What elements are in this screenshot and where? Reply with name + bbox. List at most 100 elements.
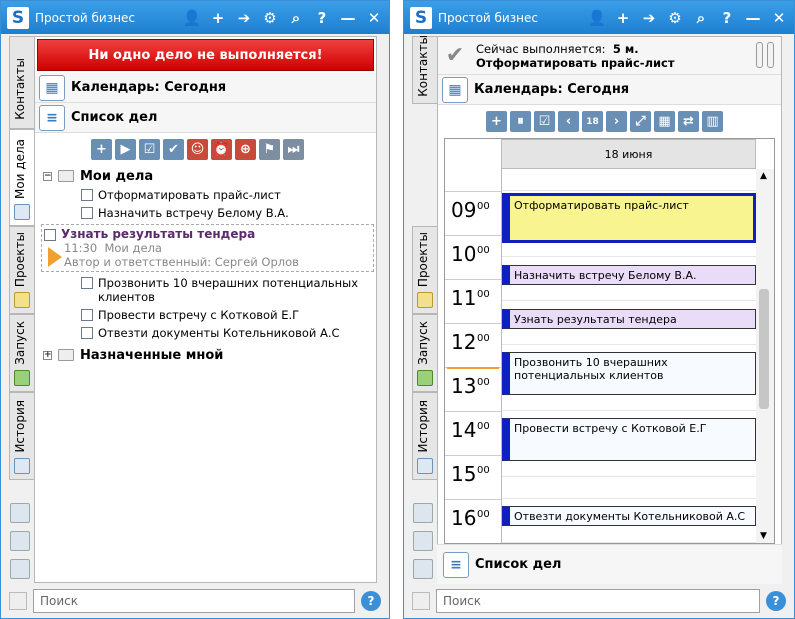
check-icon[interactable]: ✔ <box>442 43 468 69</box>
task-list-section[interactable]: ≡ Список дел <box>35 103 376 133</box>
settings-icon[interactable] <box>412 591 430 610</box>
tab-launch[interactable]: Запуск <box>412 314 437 392</box>
help-icon[interactable]: ? <box>766 590 786 611</box>
task-checkbox[interactable] <box>44 228 56 241</box>
task-time: 11:30 <box>64 241 98 255</box>
task-list-title: Список дел <box>71 110 158 125</box>
list-item[interactable]: Отвезти документы Котельниковой А.С <box>39 324 376 342</box>
flag-icon <box>14 370 30 386</box>
task-checkbox[interactable] <box>81 189 93 201</box>
calendar-section[interactable]: ▦ Календарь: Сегодня <box>438 75 781 105</box>
tab-my-tasks[interactable]: Мои дела <box>9 129 34 226</box>
edit-icon[interactable] <box>10 559 30 579</box>
event[interactable]: Отвезти документы Котельниковой А.С <box>502 506 756 526</box>
day-header[interactable]: 18 июня <box>501 139 756 169</box>
tab-contacts[interactable]: Контакты <box>412 35 437 104</box>
minimize-icon[interactable]: — <box>744 9 762 27</box>
help-icon[interactable]: ? <box>313 9 331 27</box>
close-icon[interactable]: ✕ <box>770 9 788 27</box>
network-icon[interactable] <box>413 503 433 523</box>
pause-task-button[interactable]: ⏸ <box>510 111 531 132</box>
collapse-icon[interactable]: − <box>43 171 52 181</box>
add-event-button[interactable]: + <box>486 111 507 132</box>
edit-icon[interactable] <box>413 559 433 579</box>
today-button[interactable]: 18 <box>582 111 603 132</box>
assign-button[interactable]: ☺ <box>187 139 208 160</box>
task-checkbox[interactable] <box>81 277 93 289</box>
calendar-toolbar: + ⏸ ☑ ‹ 18 › ⤢ ▦ ⇄ ▥ <box>438 105 781 138</box>
next-day-button[interactable]: › <box>606 111 627 132</box>
network-icon[interactable] <box>10 503 30 523</box>
close-icon[interactable]: ✕ <box>365 9 383 27</box>
alarm-button[interactable]: ⏰ <box>211 139 232 160</box>
scroll-down-icon[interactable]: ▼ <box>760 531 767 541</box>
event[interactable]: Отформатировать прайс-лист <box>502 193 756 243</box>
list-item[interactable]: Назначить встречу Белому В.А. <box>39 204 376 222</box>
task-checkbox[interactable] <box>81 327 93 339</box>
list-item[interactable]: Отформатировать прайс-лист <box>39 186 376 204</box>
sync-button[interactable]: ⇄ <box>678 111 699 132</box>
tab-history[interactable]: История <box>9 392 34 480</box>
tab-label: Контакты <box>416 35 430 97</box>
search-input[interactable]: Поиск <box>33 588 355 613</box>
check-button[interactable]: ☑ <box>534 111 555 132</box>
search-icon[interactable]: ⌕ <box>287 9 305 27</box>
minimize-icon[interactable]: — <box>339 9 357 27</box>
plus-icon[interactable]: + <box>209 9 227 27</box>
add-task-button[interactable]: + <box>91 139 112 160</box>
phone-icon[interactable] <box>10 531 30 551</box>
prev-day-button[interactable]: ‹ <box>558 111 579 132</box>
scroll-up-icon[interactable]: ▲ <box>760 171 767 181</box>
app-title: Простой бизнес <box>35 10 135 25</box>
plus-icon[interactable]: + <box>614 9 632 27</box>
gear-icon[interactable]: ⚙ <box>666 9 684 27</box>
flag-button[interactable]: ⚑ <box>259 139 280 160</box>
search-icon[interactable]: ⌕ <box>692 9 710 27</box>
task-label: Отформатировать прайс-лист <box>98 188 281 202</box>
settings-icon[interactable] <box>9 591 27 610</box>
check-button[interactable]: ☑ <box>139 139 160 160</box>
event[interactable]: Провести встречу с Котковой Е.Г <box>502 418 756 461</box>
selected-task[interactable]: Узнать результаты тендера 11:30 Мои дела… <box>41 224 374 272</box>
complete-button[interactable]: ✔ <box>163 139 184 160</box>
task-checkbox[interactable] <box>81 207 93 219</box>
arrow-right-icon[interactable]: ➔ <box>640 9 658 27</box>
event[interactable]: Назначить встречу Белому В.А. <box>502 265 756 285</box>
panel-edge <box>782 36 794 583</box>
user-icon[interactable]: 👤 <box>183 9 202 27</box>
phone-icon[interactable] <box>413 531 433 551</box>
user-icon[interactable]: 👤 <box>588 9 607 27</box>
list-item[interactable]: Прозвонить 10 вчерашних потенциальных кл… <box>39 274 376 306</box>
task-folder: Мои дела <box>104 241 162 255</box>
calendar-section[interactable]: ▦ Календарь: Сегодня <box>35 73 376 103</box>
skip-button[interactable]: ⏭ <box>283 139 304 160</box>
event[interactable]: Узнать результаты тендера <box>502 309 756 329</box>
grid-view-button[interactable]: ▥ <box>702 111 723 132</box>
help-icon[interactable]: ? <box>361 590 381 611</box>
month-view-button[interactable]: ▦ <box>654 111 675 132</box>
pause-button[interactable] <box>753 41 777 70</box>
list-item[interactable]: Провести встречу с Котковой Е.Г <box>39 306 376 324</box>
tab-contacts[interactable]: Контакты <box>9 36 34 129</box>
expand-icon[interactable]: + <box>43 350 52 360</box>
search-input[interactable]: Поиск <box>436 588 760 613</box>
tab-history[interactable]: История <box>412 392 437 480</box>
tab-projects[interactable]: Проекты <box>9 226 34 314</box>
group-my-tasks[interactable]: − Мои дела <box>39 166 376 186</box>
gear-icon[interactable]: ⚙ <box>261 9 279 27</box>
event[interactable]: Прозвонить 10 вчерашних потенциальных кл… <box>502 352 756 395</box>
start-task-button[interactable]: ▶ <box>115 139 136 160</box>
tab-projects[interactable]: Проекты <box>412 226 437 314</box>
tab-label: Контакты <box>13 58 27 120</box>
help-icon[interactable]: ? <box>718 9 736 27</box>
calendar-scrollbar[interactable]: ▲ ▼ <box>756 169 774 543</box>
task-list-section[interactable]: ≡ Список дел <box>437 544 782 584</box>
group-assigned-by-me[interactable]: + Назначенные мной <box>39 345 376 365</box>
target-button[interactable]: ⊕ <box>235 139 256 160</box>
scroll-thumb[interactable] <box>759 289 769 409</box>
expand-button[interactable]: ⤢ <box>630 111 651 132</box>
task-checkbox[interactable] <box>81 309 93 321</box>
task-list-title: Список дел <box>475 557 562 572</box>
arrow-right-icon[interactable]: ➔ <box>235 9 253 27</box>
tab-launch[interactable]: Запуск <box>9 314 34 392</box>
